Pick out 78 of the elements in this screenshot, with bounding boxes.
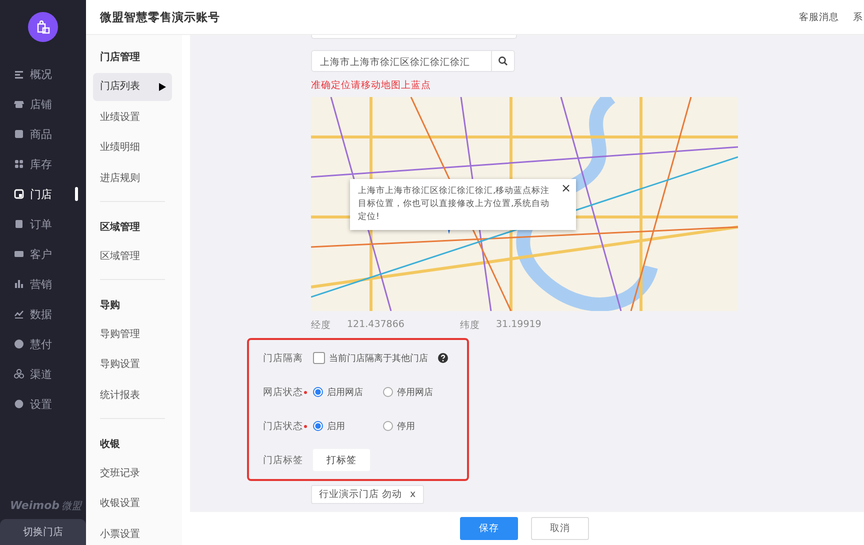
subnav-item[interactable]: 业绩明细 [93,134,172,162]
nav-item[interactable]: 商品 [0,119,86,149]
field-label: 网店状态 [263,386,303,398]
coordinate-value: 31.19919 [496,319,542,331]
field-label: 门店标签 [263,454,303,466]
nav-item[interactable]: 库存 [0,149,86,179]
subnav-item[interactable]: 导购管理 [93,320,172,348]
map[interactable]: 上海市上海市徐汇区徐汇徐汇徐汇,移动蓝点标注目标位置，你也可以直接修改上方位置,系统自动定位! × [311,97,738,311]
hint-text: 准确定位请移动地图上蓝点 [311,79,432,92]
subnav-item[interactable]: 门店列表 [93,73,172,101]
search-field[interactable]: 上海市上海市徐汇区徐汇徐汇徐汇 [311,50,515,72]
subnav-item[interactable]: 小票设置 [93,520,172,545]
brand-logo: Weimob 微盟 [9,499,82,513]
required-mark [304,390,307,394]
subnav-item[interactable]: 收银设置 [93,490,172,518]
nav-icon [14,69,24,79]
radio-label: 停用网店 [397,386,433,398]
settings-icon [14,399,24,409]
tag-label: 行业演示门店 勿动 [319,488,402,501]
tag-button[interactable]: 打标签 [313,449,370,471]
address-input[interactable]: 上海市上海市徐汇区徐汇徐汇徐汇 [312,51,491,73]
subnav-item[interactable]: 进店规则 [93,164,172,192]
nav-icon [14,339,24,349]
nav-item[interactable]: 营销 [0,269,86,299]
nav-item[interactable]: 门店 [0,179,86,209]
header-link[interactable]: 系 [853,10,863,24]
nav-icon [14,279,24,289]
nav-item[interactable]: 订单 [0,209,86,239]
radio-button[interactable] [313,387,323,397]
radio-button[interactable] [383,387,393,397]
subnav-item[interactable]: 统计报表 [93,382,172,410]
subnav-item[interactable]: 业绩设置 [93,104,172,132]
subnav-item[interactable]: 区域管理 [93,242,172,270]
section-heading: 门店管理 [99,50,141,65]
cancel-button[interactable]: 取消 [531,517,589,540]
nav-icon [14,369,24,379]
nav-icon [14,189,24,199]
nav-item[interactable]: 设置 [0,389,86,419]
help-icon[interactable] [438,353,448,363]
radio-button[interactable] [383,421,393,431]
nav-item[interactable]: 渠道 [0,359,86,389]
nav-icon [14,159,24,169]
nav-icon [14,309,24,319]
nav-item[interactable]: 数据 [0,299,86,329]
page-title: 微盟智慧零售演示账号 [100,10,221,24]
active-indicator [75,187,78,201]
remove-tag-button[interactable]: x [410,489,416,500]
radio-button[interactable] [313,421,323,431]
radio-label: 停用 [397,420,415,432]
section-heading: 收银 [99,438,121,452]
switch-store-button[interactable]: 切换门店 [0,519,86,545]
nav-icon [14,249,24,259]
nav-item[interactable]: 客户 [0,239,86,269]
checkbox-label: 当前门店隔离于其他门店 [329,352,428,364]
radio-label: 启用网店 [327,386,363,398]
checkbox[interactable] [313,352,325,364]
subnav-item[interactable]: 交班记录 [93,460,172,488]
required-mark [304,424,307,428]
close-button[interactable]: × [560,181,571,195]
header-link[interactable]: 客服消息 [799,10,839,24]
coordinate-label: 经度 [311,319,331,331]
section-heading: 导购 [99,298,121,312]
nav-icon [14,129,24,139]
nav-icon [14,99,24,109]
coordinate-value: 121.437866 [347,319,404,331]
subnav-item[interactable]: 导购设置 [93,351,172,379]
nav-icon [14,219,24,229]
nav-item[interactable]: 慧付 [0,329,86,359]
caret-icon [159,83,166,91]
radio-label: 启用 [327,420,345,432]
nav-item[interactable]: 概况 [0,59,86,89]
logo-icon [28,12,58,42]
nav-item[interactable]: 店铺 [0,89,86,119]
section-heading: 区域管理 [99,220,141,234]
coordinate-label: 纬度 [460,319,480,331]
field-label: 门店隔离 [263,352,303,364]
popup-text: 上海市上海市徐汇区徐汇徐汇徐汇,移动蓝点标注目标位置，你也可以直接修改上方位置,系统自动定位! [358,186,550,222]
field-label: 门店状态 [263,420,303,432]
